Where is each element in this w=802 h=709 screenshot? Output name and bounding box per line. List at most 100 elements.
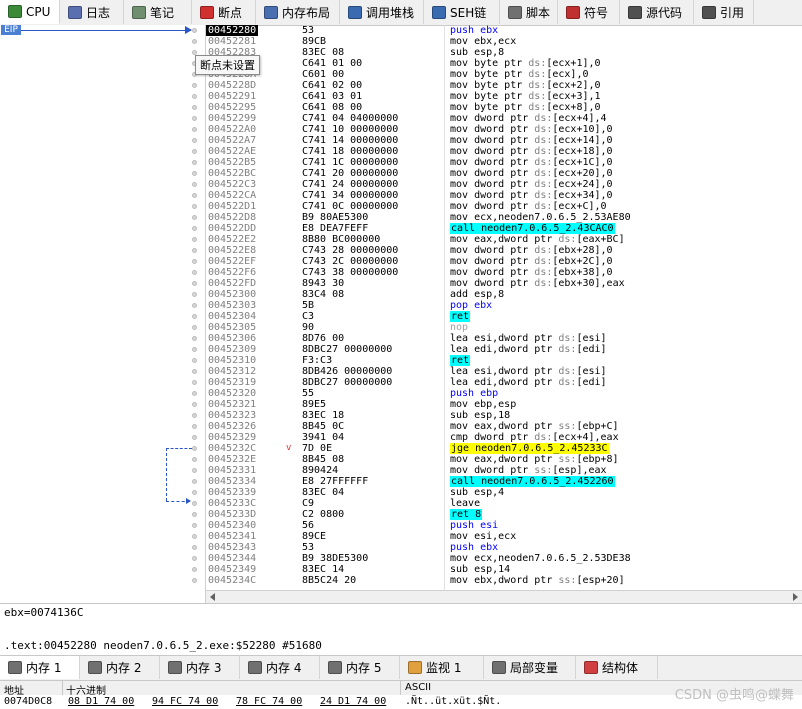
disasm-bytes[interactable]: C741 10 00000000 <box>302 124 398 135</box>
disasm-row[interactable]: 004522D1 C741 0C 00000000 mov dword ptr ds… <box>206 201 802 212</box>
disasm-address[interactable]: 004522A0 <box>208 124 256 135</box>
breakpoint-dot-icon[interactable] <box>192 270 197 275</box>
disasm-address[interactable]: 004522EF <box>208 256 256 267</box>
disasm-bytes[interactable]: C601 00 <box>302 69 344 80</box>
disasm-address[interactable]: 00452320 <box>208 388 256 399</box>
disasm-instruction[interactable]: mov byte ptr ds:[ecx+2],0 <box>450 80 601 91</box>
disasm-instruction[interactable]: ret 8 <box>450 509 483 520</box>
disasm-row[interactable]: 0045228AC601 00mov byte ptr ds:[ecx],0 <box>206 69 802 80</box>
disasm-instruction[interactable]: mov dword ptr ds:[ecx+14],0 <box>450 135 613 146</box>
disasm-row[interactable]: 00452349 83EC 14 sub esp,14 <box>206 564 802 575</box>
disasm-address[interactable]: 00452303 <box>208 300 256 311</box>
disasm-bytes[interactable]: C641 01 00 <box>302 58 362 69</box>
disasm-row[interactable]: 004522F6 C743 38 00000000 mov dword ptr ds… <box>206 267 802 278</box>
breakpoint-dot-icon[interactable] <box>192 490 197 495</box>
breakpoint-dot-icon[interactable] <box>192 457 197 462</box>
breakpoint-dot-icon[interactable] <box>192 182 197 187</box>
disasm-bytes[interactable]: C641 08 00 <box>302 102 362 113</box>
tab-memory-map[interactable]: 内存布局 <box>256 0 340 24</box>
tab-log[interactable]: 日志 <box>60 0 124 24</box>
disasm-row[interactable]: 00452286C641 01 00mov byte ptr ds:[ecx+1… <box>206 58 802 69</box>
disasm-instruction[interactable]: mov dword ptr ds:[ebx+38],0 <box>450 267 613 278</box>
disasm-instruction[interactable]: call neoden7.0.6.5_2.452260 <box>450 476 615 487</box>
disasm-bytes[interactable]: 89CE <box>302 531 326 542</box>
dump-tab[interactable]: 内存 5 <box>320 656 400 679</box>
disasm-instruction[interactable]: mov dword ptr ds:[ebx+2C],0 <box>450 256 613 267</box>
breakpoint-dot-icon[interactable] <box>192 226 197 231</box>
disasm-row[interactable]: 00452306 8D76 00 lea esi,dword ptr ds:[esi… <box>206 333 802 344</box>
disasm-row[interactable]: 00452331 890424 mov dword ptr ss:[esp],eax <box>206 465 802 476</box>
disasm-instruction[interactable]: mov eax,dword ptr ds:[eax+BC] <box>450 234 625 245</box>
breakpoint-dot-icon[interactable] <box>192 325 197 330</box>
breakpoint-dot-icon[interactable] <box>192 28 197 33</box>
disasm-address[interactable]: 00452310 <box>208 355 256 366</box>
breakpoint-dot-icon[interactable] <box>192 424 197 429</box>
breakpoint-dot-icon[interactable] <box>192 116 197 121</box>
tab-references[interactable]: 引用 <box>694 0 754 24</box>
disasm-address[interactable]: 0045232C <box>208 443 256 454</box>
disasm-bytes[interactable]: 83EC 18 <box>302 410 344 421</box>
breakpoint-dot-icon[interactable] <box>192 446 197 451</box>
disasm-bytes[interactable]: C3 <box>302 311 314 322</box>
disasm-instruction[interactable]: mov ebx,dword ptr ss:[esp+20] <box>450 575 625 586</box>
disasm-address[interactable]: 0045233D <box>208 509 256 520</box>
breakpoint-dot-icon[interactable] <box>192 248 197 253</box>
dump-row-address[interactable]: 0074D0C8 <box>4 696 52 707</box>
scroll-right-icon[interactable] <box>793 593 798 601</box>
disasm-bytes[interactable]: C743 28 00000000 <box>302 245 398 256</box>
disasm-address[interactable]: 00452306 <box>208 333 256 344</box>
disasm-row[interactable]: 0045233C C9 leave <box>206 498 802 509</box>
disasm-instruction[interactable]: mov ebx,ecx <box>450 36 516 47</box>
disasm-address[interactable]: 004522FD <box>208 278 256 289</box>
disasm-instruction[interactable]: mov byte ptr ds:[ecx+1],0 <box>450 58 601 69</box>
disasm-row[interactable]: 004522EF C743 2C 00000000 mov dword ptr ds… <box>206 256 802 267</box>
breakpoint-dot-icon[interactable] <box>192 347 197 352</box>
disasm-instruction[interactable]: push ebx <box>450 542 498 553</box>
disasm-bytes[interactable]: C743 2C 00000000 <box>302 256 398 267</box>
disasm-bytes[interactable]: B9 80AE5300 <box>302 212 368 223</box>
disasm-instruction[interactable]: lea esi,dword ptr ds:[esi] <box>450 366 607 377</box>
disasm-instruction[interactable]: mov eax,dword ptr ss:[ebp+C] <box>450 421 619 432</box>
breakpoint-dot-icon[interactable] <box>192 413 197 418</box>
disasm-row[interactable]: 00452321 89E5 mov ebp,esp <box>206 399 802 410</box>
disasm-address[interactable]: 00452304 <box>208 311 256 322</box>
disasm-address[interactable]: 004522AE <box>208 146 256 157</box>
disasm-address[interactable]: 00452300 <box>208 289 256 300</box>
disasm-address[interactable]: 00452341 <box>208 531 256 542</box>
disasm-row[interactable]: 00452281 89CB mov ebx,ecx <box>206 36 802 47</box>
disasm-row[interactable]: 00452300 83C4 08 add esp,8 <box>206 289 802 300</box>
disasm-row[interactable]: 00452339 83EC 04 sub esp,4 <box>206 487 802 498</box>
disasm-instruction[interactable]: mov byte ptr ds:[ecx+8],0 <box>450 102 601 113</box>
disasm-address[interactable]: 0045232E <box>208 454 256 465</box>
disasm-address[interactable]: 004522A7 <box>208 135 256 146</box>
scroll-left-icon[interactable] <box>210 593 215 601</box>
disasm-row[interactable]: 004522BC C741 20 00000000 mov dword ptr ds… <box>206 168 802 179</box>
breakpoint-dot-icon[interactable] <box>192 435 197 440</box>
disasm-instruction[interactable]: lea esi,dword ptr ds:[esi] <box>450 333 607 344</box>
disasm-row[interactable]: 0045233D C2 0800 ret 8 <box>206 509 802 520</box>
breakpoint-dot-icon[interactable] <box>192 160 197 165</box>
tab-notes[interactable]: 笔记 <box>124 0 192 24</box>
breakpoint-dot-icon[interactable] <box>192 193 197 198</box>
breakpoint-dot-icon[interactable] <box>192 545 197 550</box>
disasm-bytes[interactable]: C741 34 00000000 <box>302 190 398 201</box>
disasm-address[interactable]: 00452299 <box>208 113 256 124</box>
disasm-instruction[interactable]: pop ebx <box>450 300 492 311</box>
disasm-bytes[interactable]: C741 1C 00000000 <box>302 157 398 168</box>
disasm-row[interactable]: 00452303 5B pop ebx <box>206 300 802 311</box>
disasm-instruction[interactable]: mov dword ptr ss:[esp],eax <box>450 465 607 476</box>
disasm-instruction[interactable]: call neoden7.0.6.5_2.43CAC0 <box>450 223 615 234</box>
disasm-instruction[interactable]: mov dword ptr ds:[ecx+18],0 <box>450 146 613 157</box>
disasm-bytes[interactable]: C741 24 00000000 <box>302 179 398 190</box>
dump-tab[interactable]: 内存 4 <box>240 656 320 679</box>
breakpoint-dot-icon[interactable] <box>192 259 197 264</box>
disasm-bytes[interactable]: 8B45 08 <box>302 454 344 465</box>
disasm-bytes[interactable]: 8DB426 00000000 <box>302 366 392 377</box>
disasm-address[interactable]: 00452281 <box>208 36 256 47</box>
disasm-instruction[interactable]: sub esp,18 <box>450 410 510 421</box>
disasm-bytes[interactable]: 83C4 08 <box>302 289 344 300</box>
dump-tab[interactable]: 结构体 <box>576 656 658 679</box>
disasm-bytes[interactable]: 8943 30 <box>302 278 344 289</box>
disasm-bytes[interactable]: F3:C3 <box>302 355 332 366</box>
disasm-row[interactable]: 004522DD E8 DEA7FEFF call neoden7.0.6.5_2.… <box>206 223 802 234</box>
